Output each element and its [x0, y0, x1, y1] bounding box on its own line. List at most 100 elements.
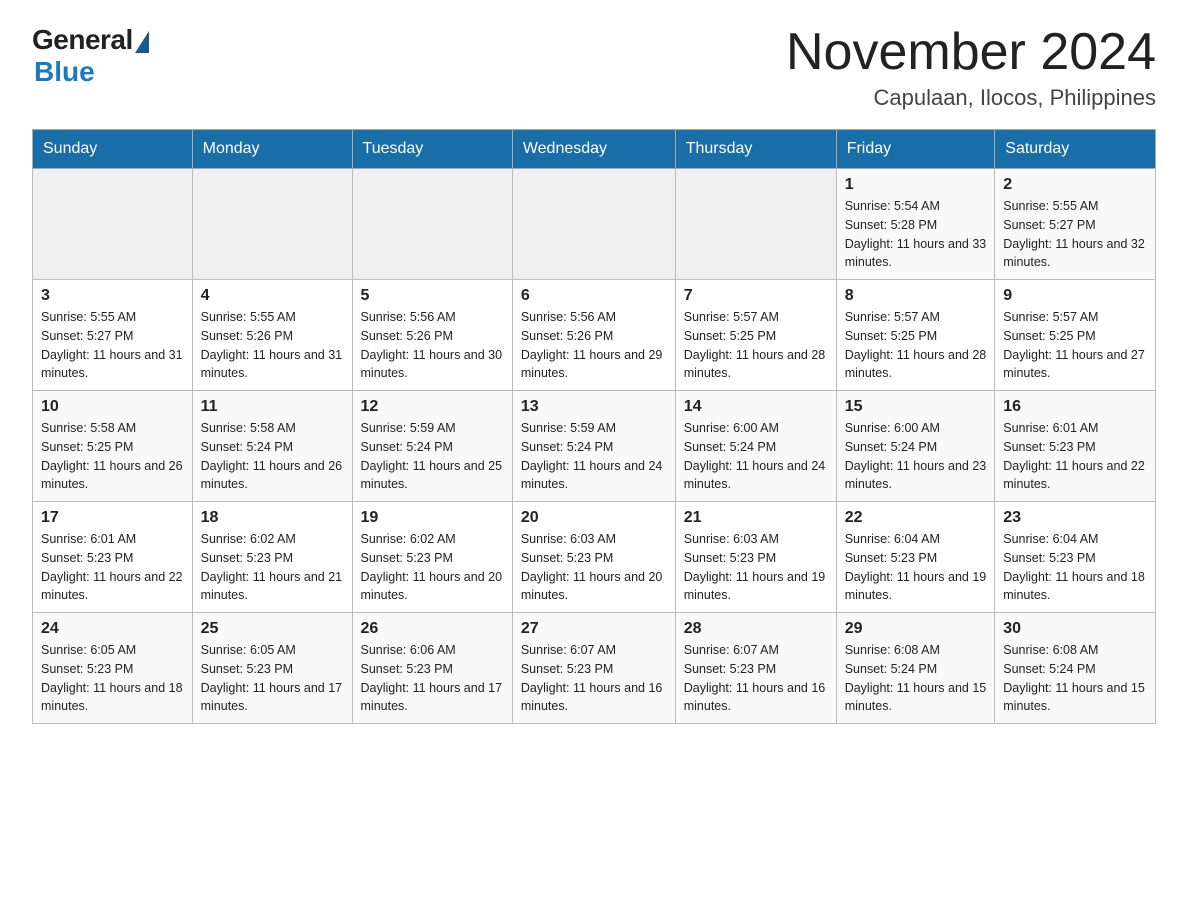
calendar-title: November 2024 [786, 24, 1156, 81]
day-number: 23 [1003, 509, 1147, 527]
day-number: 13 [521, 398, 667, 416]
day-number: 24 [41, 620, 184, 638]
day-info: Sunrise: 5:56 AMSunset: 5:26 PMDaylight:… [361, 308, 504, 383]
day-info: Sunrise: 5:59 AMSunset: 5:24 PMDaylight:… [361, 419, 504, 494]
week-row-4: 17Sunrise: 6:01 AMSunset: 5:23 PMDayligh… [33, 502, 1156, 613]
calendar-cell [675, 169, 836, 280]
day-number: 17 [41, 509, 184, 527]
day-info: Sunrise: 6:05 AMSunset: 5:23 PMDaylight:… [41, 641, 184, 716]
day-info: Sunrise: 6:08 AMSunset: 5:24 PMDaylight:… [845, 641, 987, 716]
day-number: 1 [845, 176, 987, 194]
calendar-cell [33, 169, 193, 280]
day-number: 9 [1003, 287, 1147, 305]
logo-general-text: General [32, 24, 133, 56]
day-info: Sunrise: 6:02 AMSunset: 5:23 PMDaylight:… [361, 530, 504, 605]
page-header: General Blue November 2024 Capulaan, Ilo… [32, 24, 1156, 111]
logo-triangle-icon [135, 31, 149, 53]
day-number: 7 [684, 287, 828, 305]
calendar-cell: 6 Sunrise: 5:56 AMSunset: 5:26 PMDaylight… [512, 280, 675, 391]
calendar-cell: 2 Sunrise: 5:55 AMSunset: 5:27 PMDaylight… [995, 169, 1156, 280]
calendar-cell: 17Sunrise: 6:01 AMSunset: 5:23 PMDayligh… [33, 502, 193, 613]
calendar-cell: 5Sunrise: 5:56 AMSunset: 5:26 PMDaylight… [352, 280, 512, 391]
calendar-cell: 9 Sunrise: 5:57 AMSunset: 5:25 PMDaylight… [995, 280, 1156, 391]
day-info: Sunrise: 6:06 AMSunset: 5:23 PMDaylight:… [361, 641, 504, 716]
day-number: 8 [845, 287, 987, 305]
day-number: 22 [845, 509, 987, 527]
calendar-cell: 21 Sunrise: 6:03 AMSunset: 5:23 PMDayligh… [675, 502, 836, 613]
calendar-cell: 22 Sunrise: 6:04 AMSunset: 5:23 PMDayligh… [836, 502, 995, 613]
day-info: Sunrise: 6:07 AMSunset: 5:23 PMDaylight:… [684, 641, 828, 716]
calendar-cell: 25 Sunrise: 6:05 AMSunset: 5:23 PMDayligh… [192, 613, 352, 724]
day-number: 3 [41, 287, 184, 305]
day-info: Sunrise: 6:03 AMSunset: 5:23 PMDaylight:… [521, 530, 667, 605]
day-number: 11 [201, 398, 344, 416]
day-number: 6 [521, 287, 667, 305]
weekday-header-tuesday: Tuesday [352, 130, 512, 169]
calendar-cell: 18Sunrise: 6:02 AMSunset: 5:23 PMDayligh… [192, 502, 352, 613]
day-info: Sunrise: 5:58 AMSunset: 5:25 PMDaylight:… [41, 419, 184, 494]
day-info: Sunrise: 6:07 AMSunset: 5:23 PMDaylight:… [521, 641, 667, 716]
calendar-cell [512, 169, 675, 280]
day-number: 12 [361, 398, 504, 416]
day-info: Sunrise: 6:01 AMSunset: 5:23 PMDaylight:… [1003, 419, 1147, 494]
day-info: Sunrise: 5:56 AMSunset: 5:26 PMDaylight:… [521, 308, 667, 383]
day-number: 20 [521, 509, 667, 527]
day-info: Sunrise: 5:57 AMSunset: 5:25 PMDaylight:… [845, 308, 987, 383]
calendar-cell: 8 Sunrise: 5:57 AMSunset: 5:25 PMDaylight… [836, 280, 995, 391]
weekday-header-sunday: Sunday [33, 130, 193, 169]
day-number: 25 [201, 620, 344, 638]
calendar-cell: 28Sunrise: 6:07 AMSunset: 5:23 PMDayligh… [675, 613, 836, 724]
calendar-cell: 12 Sunrise: 5:59 AMSunset: 5:24 PMDayligh… [352, 391, 512, 502]
day-number: 18 [201, 509, 344, 527]
calendar-cell: 16Sunrise: 6:01 AMSunset: 5:23 PMDayligh… [995, 391, 1156, 502]
logo: General Blue [32, 24, 149, 88]
title-area: November 2024 Capulaan, Ilocos, Philippi… [786, 24, 1156, 111]
day-number: 19 [361, 509, 504, 527]
day-number: 2 [1003, 176, 1147, 194]
calendar-cell: 1 Sunrise: 5:54 AMSunset: 5:28 PMDaylight… [836, 169, 995, 280]
calendar-cell: 23 Sunrise: 6:04 AMSunset: 5:23 PMDayligh… [995, 502, 1156, 613]
day-info: Sunrise: 5:54 AMSunset: 5:28 PMDaylight:… [845, 197, 987, 272]
day-info: Sunrise: 5:57 AMSunset: 5:25 PMDaylight:… [684, 308, 828, 383]
calendar-cell: 4 Sunrise: 5:55 AMSunset: 5:26 PMDaylight… [192, 280, 352, 391]
weekday-header-row: SundayMondayTuesdayWednesdayThursdayFrid… [33, 130, 1156, 169]
week-row-5: 24 Sunrise: 6:05 AMSunset: 5:23 PMDayligh… [33, 613, 1156, 724]
calendar-cell: 30Sunrise: 6:08 AMSunset: 5:24 PMDayligh… [995, 613, 1156, 724]
day-info: Sunrise: 5:55 AMSunset: 5:27 PMDaylight:… [1003, 197, 1147, 272]
day-info: Sunrise: 6:04 AMSunset: 5:23 PMDaylight:… [1003, 530, 1147, 605]
calendar-cell: 20 Sunrise: 6:03 AMSunset: 5:23 PMDayligh… [512, 502, 675, 613]
day-number: 4 [201, 287, 344, 305]
day-number: 26 [361, 620, 504, 638]
calendar-cell: 24 Sunrise: 6:05 AMSunset: 5:23 PMDayligh… [33, 613, 193, 724]
day-info: Sunrise: 5:59 AMSunset: 5:24 PMDaylight:… [521, 419, 667, 494]
weekday-header-friday: Friday [836, 130, 995, 169]
day-info: Sunrise: 6:05 AMSunset: 5:23 PMDaylight:… [201, 641, 344, 716]
logo-blue-text: Blue [34, 56, 95, 88]
calendar-cell [192, 169, 352, 280]
week-row-3: 10 Sunrise: 5:58 AMSunset: 5:25 PMDayligh… [33, 391, 1156, 502]
calendar-cell: 19 Sunrise: 6:02 AMSunset: 5:23 PMDayligh… [352, 502, 512, 613]
calendar-cell: 27 Sunrise: 6:07 AMSunset: 5:23 PMDayligh… [512, 613, 675, 724]
day-info: Sunrise: 6:08 AMSunset: 5:24 PMDaylight:… [1003, 641, 1147, 716]
day-info: Sunrise: 5:55 AMSunset: 5:26 PMDaylight:… [201, 308, 344, 383]
day-info: Sunrise: 5:57 AMSunset: 5:25 PMDaylight:… [1003, 308, 1147, 383]
calendar-cell: 13 Sunrise: 5:59 AMSunset: 5:24 PMDayligh… [512, 391, 675, 502]
weekday-header-wednesday: Wednesday [512, 130, 675, 169]
calendar-table: SundayMondayTuesdayWednesdayThursdayFrid… [32, 129, 1156, 724]
weekday-header-thursday: Thursday [675, 130, 836, 169]
day-number: 14 [684, 398, 828, 416]
day-info: Sunrise: 6:03 AMSunset: 5:23 PMDaylight:… [684, 530, 828, 605]
day-number: 10 [41, 398, 184, 416]
weekday-header-monday: Monday [192, 130, 352, 169]
day-number: 15 [845, 398, 987, 416]
day-info: Sunrise: 6:00 AMSunset: 5:24 PMDaylight:… [684, 419, 828, 494]
calendar-cell [352, 169, 512, 280]
day-number: 27 [521, 620, 667, 638]
calendar-cell: 15Sunrise: 6:00 AMSunset: 5:24 PMDayligh… [836, 391, 995, 502]
calendar-cell: 26 Sunrise: 6:06 AMSunset: 5:23 PMDayligh… [352, 613, 512, 724]
day-info: Sunrise: 6:04 AMSunset: 5:23 PMDaylight:… [845, 530, 987, 605]
calendar-location: Capulaan, Ilocos, Philippines [786, 85, 1156, 111]
calendar-cell: 3Sunrise: 5:55 AMSunset: 5:27 PMDaylight… [33, 280, 193, 391]
weekday-header-saturday: Saturday [995, 130, 1156, 169]
day-number: 21 [684, 509, 828, 527]
